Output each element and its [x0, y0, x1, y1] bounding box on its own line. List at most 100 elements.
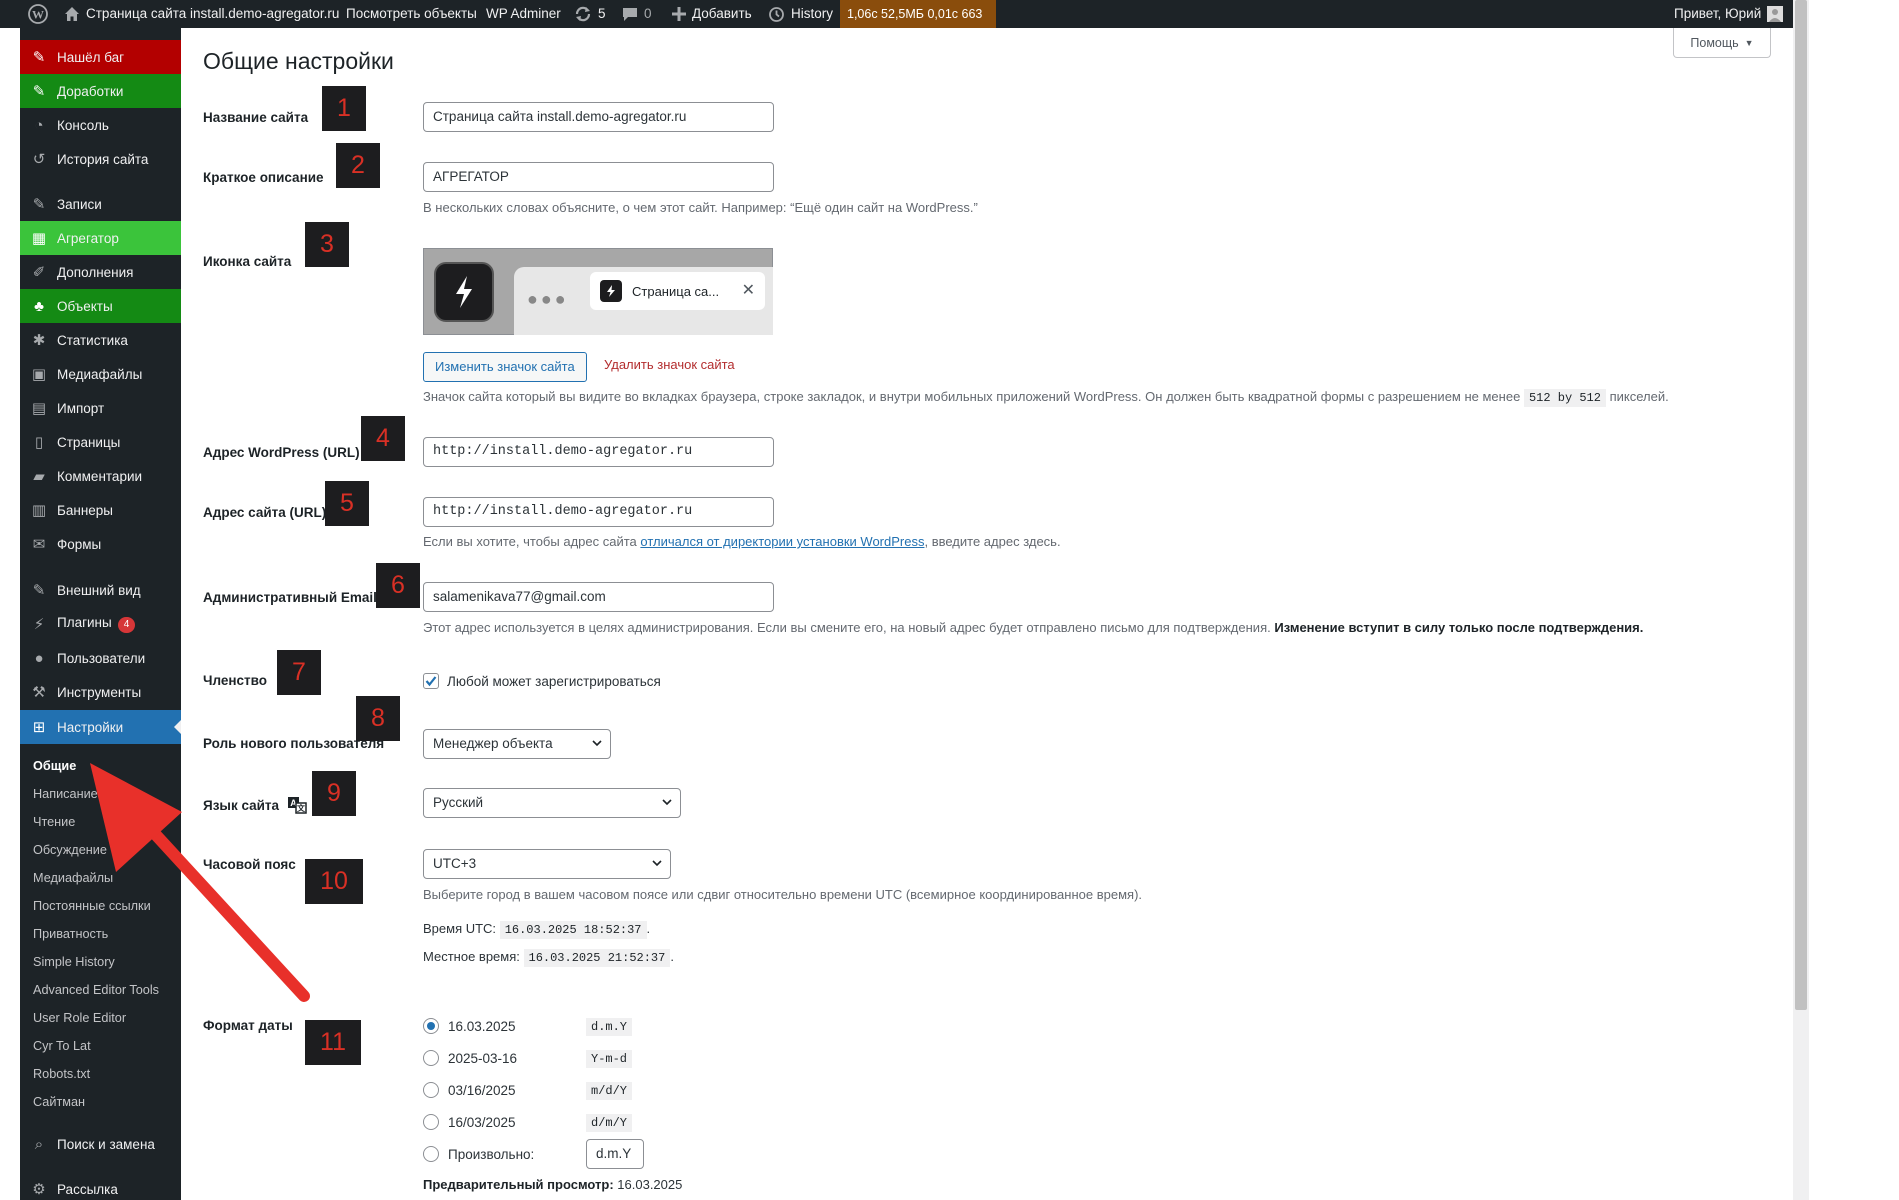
default-role-select[interactable]: Менеджер объекта	[423, 729, 611, 759]
date-format-radio[interactable]	[423, 1082, 439, 1098]
utc-time-label: Время UTC:	[423, 921, 497, 936]
date-format-radio[interactable]	[423, 1146, 439, 1162]
site-language-select[interactable]: Русский	[423, 788, 681, 818]
date-format-radio[interactable]	[423, 1050, 439, 1066]
annotation-number: 11	[305, 1020, 361, 1065]
admin-email-description: Этот адрес используется в целях админист…	[423, 620, 1643, 635]
submenu-advanced-editor-tools[interactable]: Advanced Editor Tools	[33, 978, 159, 1002]
menu-item-tools[interactable]: ⚒ Инструменты	[20, 675, 181, 709]
admin-bar-history[interactable]: History	[768, 0, 833, 28]
date-format-option[interactable]: 16.03.2025	[423, 1014, 516, 1038]
admin-bar-account[interactable]: Привет, Юрий	[1674, 0, 1784, 28]
admin-email-input[interactable]: salamenikava77@gmail.com	[423, 582, 774, 612]
membership-checkbox[interactable]	[423, 673, 439, 689]
menu-item-users[interactable]: ● Пользователи	[20, 641, 181, 675]
menu-item-dashboard[interactable]: ◔ Консоль	[20, 108, 181, 142]
date-format-preview-value: 16.03.2025	[617, 1177, 683, 1192]
site-icon-description: Значок сайта который вы видите во вкладк…	[423, 389, 1669, 407]
date-format-option[interactable]: 03/16/2025	[423, 1078, 516, 1102]
membership-label: Членство	[203, 673, 268, 688]
date-format-option[interactable]: 2025-03-16	[423, 1046, 517, 1070]
menu-item-appearance[interactable]: ✎ Внешний вид	[20, 573, 181, 607]
menu-item-improvements[interactable]: ✎ Доработки	[20, 74, 181, 108]
date-format-option[interactable]: 16/03/2025	[423, 1110, 516, 1134]
site-language-label: Язык сайта	[203, 797, 280, 813]
menu-item-mailing[interactable]: ⚙ Рассылка	[20, 1172, 181, 1200]
submenu-robots-txt[interactable]: Robots.txt	[33, 1062, 90, 1086]
site-url-input[interactable]: http://install.demo-agregator.ru	[423, 497, 774, 527]
date-format-option-label: 16.03.2025	[448, 1018, 516, 1034]
scrollbar-thumb[interactable]	[1795, 0, 1807, 1010]
menu-item-site-history[interactable]: ↺ История сайта	[20, 142, 181, 176]
submenu-simple-history[interactable]: Simple History	[33, 950, 115, 974]
site-icon-desc-suffix: пикселей.	[1609, 389, 1669, 404]
menu-item-comments[interactable]: ▰ Комментарии	[20, 459, 181, 493]
submenu-cyr-to-lat[interactable]: Cyr To Lat	[33, 1034, 91, 1058]
admin-email-label: Административный Email	[203, 590, 377, 605]
site-icon-label: Иконка сайта	[203, 254, 292, 269]
submenu-sitemap[interactable]: Сайтман	[33, 1090, 85, 1114]
date-format-radio[interactable]	[423, 1114, 439, 1130]
submenu-reading[interactable]: Чтение	[33, 810, 75, 834]
history-icon	[769, 6, 784, 22]
window-dots-icon: ●●●	[527, 289, 569, 309]
performance-stats[interactable]: 1,06с 52,5МБ 0,01с 663	[840, 0, 996, 28]
pushpin-icon: ✎	[32, 49, 46, 66]
submenu-media[interactable]: Медиафайлы	[33, 866, 113, 890]
local-time-row: Местное время: 16.03.2025 21:52:37.	[423, 949, 674, 967]
avatar	[1767, 6, 1784, 22]
chart-icon: ✱	[32, 332, 46, 349]
menu-item-forms[interactable]: ✉ Формы	[20, 527, 181, 561]
wrench-icon: ⚒	[32, 684, 46, 701]
menu-item-aggregator[interactable]: ▦ Агрегатор	[20, 221, 181, 255]
date-format-custom-option[interactable]: Произвольно:	[423, 1142, 534, 1166]
help-button[interactable]: Помощь ▼	[1673, 28, 1771, 58]
wordpress-logo-icon[interactable]: W	[28, 0, 48, 28]
submenu-user-role-editor[interactable]: User Role Editor	[33, 1006, 126, 1030]
banner-icon: ▥	[31, 502, 47, 519]
menu-item-settings[interactable]: ⊞ Настройки	[20, 710, 181, 744]
date-format-radio[interactable]	[423, 1018, 439, 1034]
tagline-input[interactable]: АГРЕГАТОР	[423, 162, 774, 192]
menu-label: Настройки	[57, 719, 124, 735]
menu-item-plugins[interactable]: ⚡ Плагины 4	[20, 607, 181, 641]
date-format-custom-input[interactable]: d.m.Y	[586, 1139, 644, 1169]
submenu-privacy[interactable]: Приватность	[33, 922, 108, 946]
admin-bar-site-link[interactable]: Страница сайта install.demo-agregator.ru	[64, 0, 339, 28]
menu-item-media[interactable]: ▣ Медиафайлы	[20, 357, 181, 391]
users-icon: ●	[34, 649, 44, 667]
site-icon-preview: ●●● Страница са... ✕	[423, 248, 773, 335]
submenu-permalinks[interactable]: Постоянные ссылки	[33, 894, 151, 918]
change-site-icon-button[interactable]: Изменить значок сайта	[423, 352, 587, 382]
remove-site-icon-link[interactable]: Удалить значок сайта	[604, 357, 735, 372]
admin-bar-wp-adminer[interactable]: WP Adminer	[486, 0, 561, 28]
menu-item-banners[interactable]: ▥ Баннеры	[20, 493, 181, 527]
site-url-help-link[interactable]: отличался от директории установки WordPr…	[640, 534, 924, 549]
wordpress-url-input[interactable]: http://install.demo-agregator.ru	[423, 437, 774, 467]
submenu-general[interactable]: Общие	[33, 754, 76, 778]
menu-item-search-replace[interactable]: ⌕ Поиск и замена	[20, 1127, 181, 1161]
menu-label: Внешний вид	[57, 582, 141, 598]
admin-bar-add-new[interactable]: Добавить	[672, 0, 752, 28]
admin-bar-updates[interactable]: 5	[574, 0, 606, 28]
menu-item-posts[interactable]: ✎ Записи	[20, 187, 181, 221]
site-title-input[interactable]: Страница сайта install.demo-agregator.ru	[423, 102, 774, 132]
timezone-select[interactable]: UTC+3	[423, 849, 671, 879]
menu-label: Медиафайлы	[57, 366, 143, 382]
membership-checkbox-label[interactable]: Любой может зарегистрироваться	[447, 674, 661, 689]
annotation-number: 8	[356, 696, 400, 741]
menu-item-import[interactable]: ▤ Импорт	[20, 391, 181, 425]
menu-item-addons[interactable]: ✐ Дополнения	[20, 255, 181, 289]
page-scrollbar[interactable]	[1793, 0, 1809, 1200]
menu-item-pages[interactable]: ▯ Страницы	[20, 425, 181, 459]
site-language-value: Русский	[433, 795, 484, 810]
annotation-number: 7	[277, 650, 321, 695]
menu-item-statistics[interactable]: ✱ Статистика	[20, 323, 181, 357]
search-icon: ⌕	[34, 1135, 44, 1153]
admin-bar-comments[interactable]: 0	[622, 0, 652, 28]
submenu-writing[interactable]: Написание	[33, 782, 98, 806]
admin-bar-view-objects[interactable]: Посмотреть объекты	[346, 0, 477, 28]
submenu-discussion[interactable]: Обсуждение	[33, 838, 107, 862]
menu-item-objects[interactable]: ♣ Объекты	[20, 289, 181, 323]
menu-item-found-bug[interactable]: ✎ Нашёл баг	[20, 40, 181, 74]
